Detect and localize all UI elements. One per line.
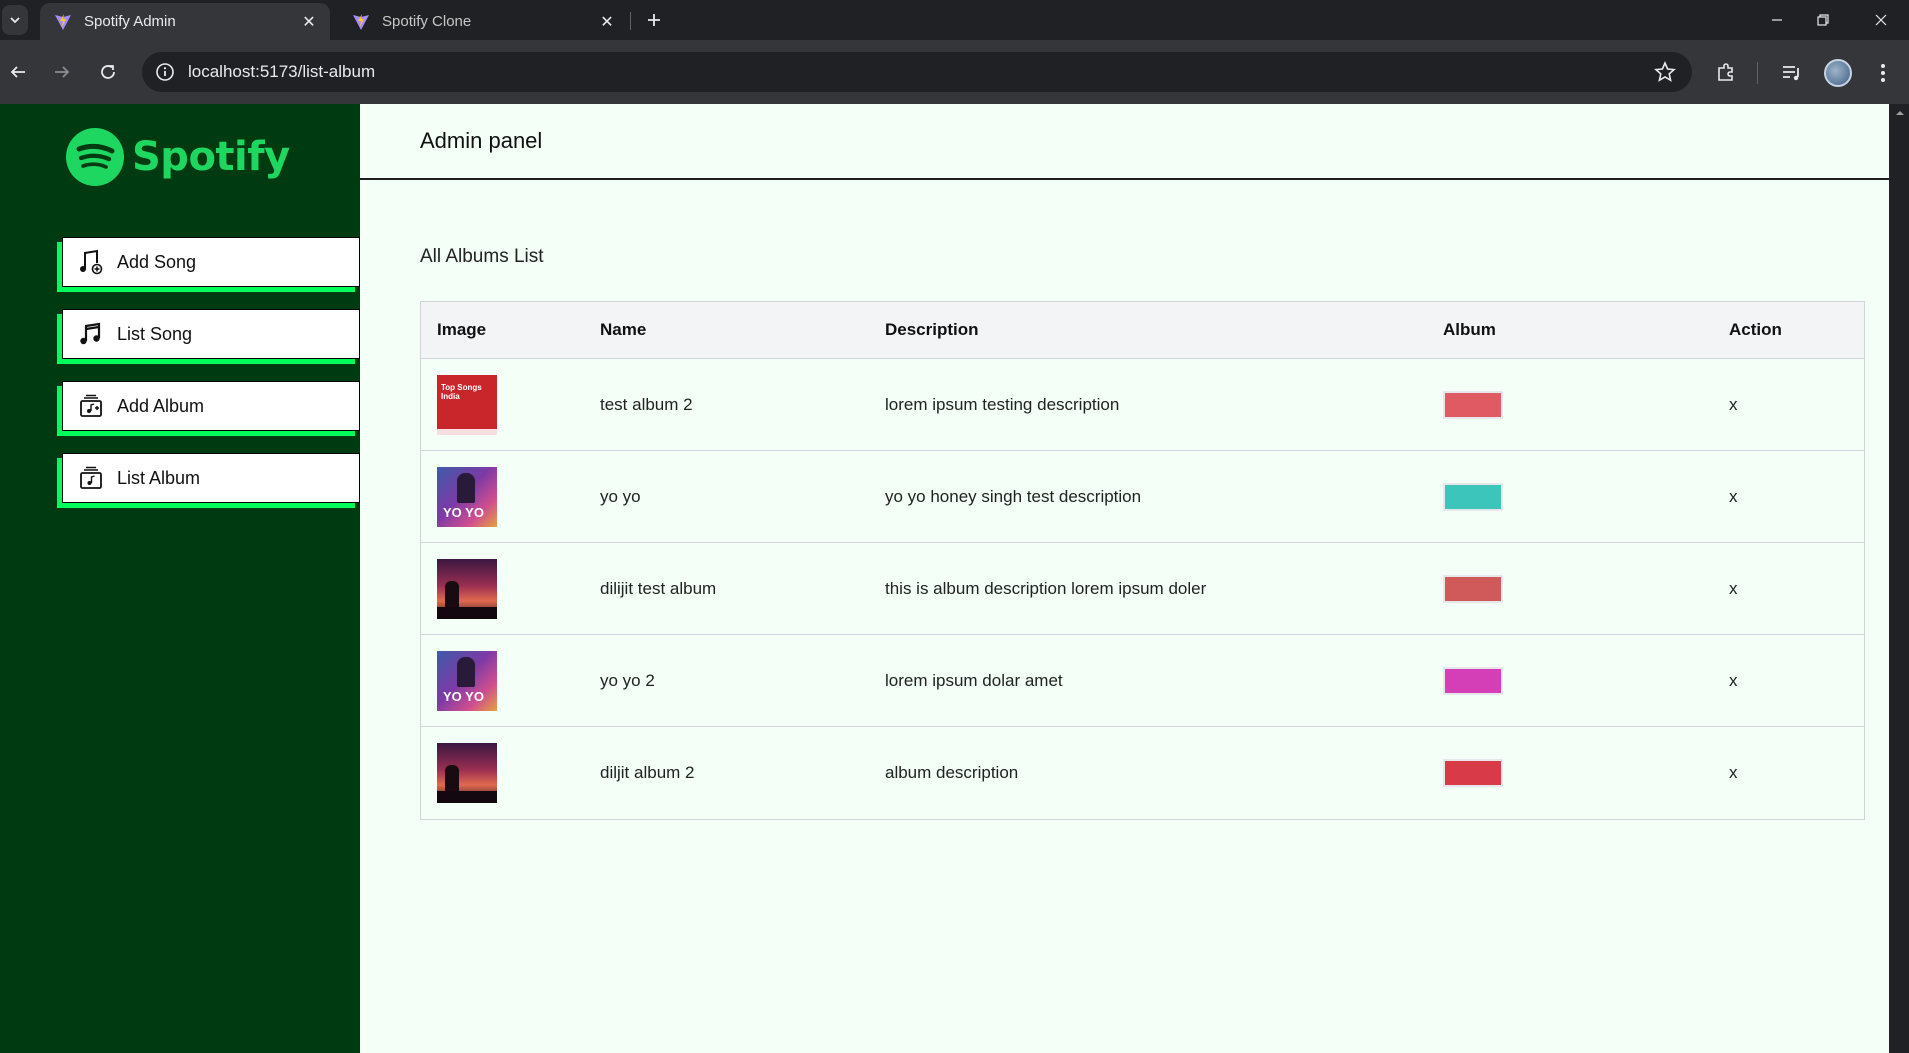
arrow-right-icon xyxy=(55,66,70,78)
plus-icon xyxy=(648,14,660,26)
profile-avatar[interactable] xyxy=(1824,59,1852,87)
vite-favicon-icon xyxy=(353,13,369,30)
main-content: Admin panel All Albums List Image Name D… xyxy=(360,104,1889,1053)
add-song-icon xyxy=(77,248,105,276)
sidebar-item-label: Add Album xyxy=(117,395,205,416)
album-cover-image xyxy=(437,743,497,803)
vite-favicon-icon xyxy=(55,13,71,30)
album-cover-image: YO YO xyxy=(437,466,497,527)
tab-divider xyxy=(630,12,631,30)
table-row: diljit album 2 album description x xyxy=(421,727,1864,819)
album-cover-image: YO YO xyxy=(437,650,497,711)
table-header-row: Image Name Description Album Action xyxy=(421,302,1864,359)
close-icon[interactable]: ✕ xyxy=(300,13,318,31)
close-icon xyxy=(1875,14,1887,26)
tab-search-button[interactable] xyxy=(2,5,28,35)
album-description: lorem ipsum testing description xyxy=(885,394,1120,414)
delete-album-button[interactable]: x xyxy=(1713,395,1864,415)
sidebar-item-label: List Song xyxy=(117,323,193,344)
close-window-button[interactable] xyxy=(1853,0,1909,40)
album-name: dilijit test album xyxy=(600,578,717,598)
tab-title: Spotify Clone xyxy=(382,13,472,30)
table-row: YO YO yo yo yo yo honey singh test descr… xyxy=(421,451,1864,543)
album-description: this is album description lorem ipsum do… xyxy=(885,578,1207,598)
album-name: test album 2 xyxy=(600,394,693,414)
column-header-album: Album xyxy=(1443,320,1496,339)
reload-icon xyxy=(101,65,115,79)
cover-text: Top Songs India xyxy=(441,382,482,401)
album-color-swatch xyxy=(1443,482,1503,511)
tab-title: Spotify Admin xyxy=(84,13,176,30)
table-row: Top Songs India test album 2 lorem ipsum… xyxy=(421,359,1864,451)
table-row: YO YO yo yo 2 lorem ipsum dolar amet x xyxy=(421,635,1864,727)
album-name: yo yo 2 xyxy=(600,670,655,690)
albums-table: Image Name Description Album Action Top … xyxy=(420,301,1865,820)
logo-text: Spotify xyxy=(132,134,290,180)
albums-list-title: All Albums List xyxy=(420,246,544,267)
sidebar-item-add-song[interactable]: Add Song xyxy=(62,237,360,287)
album-description: yo yo honey singh test description xyxy=(885,486,1142,506)
tab-spotify-admin[interactable]: Spotify Admin ✕ xyxy=(40,3,330,40)
arrow-left-icon xyxy=(10,66,25,78)
scroll-up-arrow-icon[interactable] xyxy=(1895,108,1905,118)
album-description: album description xyxy=(885,763,1019,782)
column-header-name: Name xyxy=(600,320,647,339)
url-text[interactable]: localhost:5173/list-album xyxy=(188,62,375,82)
close-icon[interactable]: ✕ xyxy=(598,13,616,31)
address-bar[interactable]: localhost:5173/list-album xyxy=(142,52,1692,92)
delete-album-button[interactable]: x xyxy=(1713,763,1864,783)
admin-header: Admin panel xyxy=(360,104,1889,180)
album-name: yo yo xyxy=(600,486,641,506)
more-menu-icon[interactable] xyxy=(1870,60,1896,86)
album-cover-image xyxy=(437,558,497,619)
album-color-swatch xyxy=(1443,390,1503,419)
table-row: dilijit test album this is album descrip… xyxy=(421,543,1864,635)
bookmark-star-icon[interactable] xyxy=(1654,60,1676,88)
sidebar-item-list-album[interactable]: List Album xyxy=(62,453,360,503)
album-color-swatch xyxy=(1443,574,1503,603)
restore-button[interactable] xyxy=(1795,0,1851,40)
sidebar-item-label: Add Song xyxy=(117,251,197,272)
toolbar-divider xyxy=(1757,62,1758,84)
album-color-swatch xyxy=(1443,666,1503,695)
site-info-icon[interactable] xyxy=(152,59,178,85)
music-note-icon xyxy=(77,320,105,348)
chevron-down-icon xyxy=(10,17,20,24)
browser-tab-bar: Spotify Admin ✕ Spotify Clone ✕ xyxy=(0,0,1909,40)
sidebar: Spotify Add Song List Song Add Album Lis… xyxy=(0,104,360,1053)
delete-album-button[interactable]: x xyxy=(1713,487,1864,507)
restore-icon xyxy=(1817,14,1829,26)
column-header-description: Description xyxy=(885,320,979,339)
delete-album-button[interactable]: x xyxy=(1713,671,1864,691)
sidebar-item-list-song[interactable]: List Song xyxy=(62,309,360,359)
spotify-logo[interactable]: Spotify xyxy=(66,128,290,186)
minimize-icon xyxy=(1772,19,1782,21)
album-cover-image: Top Songs India xyxy=(437,374,497,435)
new-tab-button[interactable] xyxy=(640,6,668,34)
album-color-swatch xyxy=(1443,759,1503,787)
media-controls-icon[interactable] xyxy=(1778,60,1804,86)
album-description: lorem ipsum dolar amet xyxy=(885,670,1063,690)
spotify-logo-icon xyxy=(66,128,124,186)
cover-text: YO YO xyxy=(443,504,484,520)
album-list-icon xyxy=(77,464,105,492)
album-name: diljit album 2 xyxy=(600,763,695,782)
cover-text: YO YO xyxy=(443,688,484,704)
back-button[interactable] xyxy=(2,56,34,88)
add-album-icon xyxy=(77,392,105,420)
tab-spotify-clone[interactable]: Spotify Clone ✕ xyxy=(338,3,628,40)
reload-button[interactable] xyxy=(92,56,124,88)
browser-toolbar: localhost:5173/list-album xyxy=(0,40,1909,104)
sidebar-item-add-album[interactable]: Add Album xyxy=(62,381,360,431)
page-title: Admin panel xyxy=(420,128,543,153)
extensions-icon[interactable] xyxy=(1713,60,1739,86)
column-header-image: Image xyxy=(437,320,487,339)
column-header-action: Action xyxy=(1729,320,1782,339)
sidebar-item-label: List Album xyxy=(117,467,201,488)
forward-button[interactable] xyxy=(46,56,78,88)
delete-album-button[interactable]: x xyxy=(1713,579,1864,599)
